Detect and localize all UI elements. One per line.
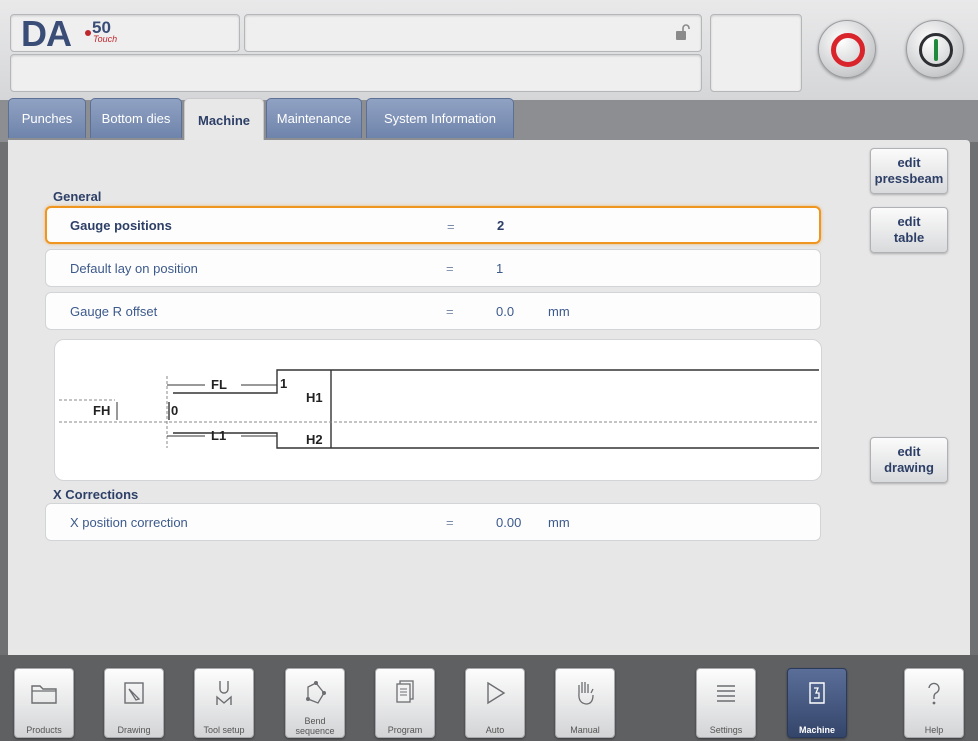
tab-punches[interactable]: Punches	[8, 98, 86, 138]
param-name: X position correction	[70, 515, 188, 530]
logo-da-text: DA	[21, 13, 72, 54]
tab-label: System Information	[384, 111, 496, 126]
nav-label: Bend sequence	[286, 716, 344, 736]
param-gauge-r-offset[interactable]: Gauge R offset = 0.0 mm	[45, 292, 821, 330]
nav-label: Tool setup	[203, 725, 245, 735]
tab-label: Machine	[197, 113, 250, 128]
logo-panel: DA 50 Touch	[10, 13, 240, 54]
nav-label: Help	[924, 725, 944, 735]
tab-bottom-dies[interactable]: Bottom dies	[90, 98, 182, 138]
nav-products-button[interactable]: Products	[14, 668, 74, 738]
param-equals: =	[447, 219, 455, 234]
list-icon	[717, 685, 735, 702]
nav-drawing-button[interactable]: Drawing	[104, 668, 164, 738]
message-panel	[10, 54, 702, 92]
param-default-lay-on-position[interactable]: Default lay on position = 1	[45, 249, 821, 287]
nav-label: Manual	[570, 725, 600, 735]
param-value[interactable]: 2	[497, 218, 504, 233]
param-equals: =	[446, 304, 454, 319]
param-x-position-correction[interactable]: X position correction = 0.00 mm	[45, 503, 821, 541]
nav-label: Program	[387, 725, 423, 735]
hand-icon	[578, 682, 594, 705]
start-bar	[934, 39, 938, 61]
param-equals: =	[446, 261, 454, 276]
button-label: edit	[897, 444, 921, 459]
nav-label: Products	[26, 725, 62, 735]
param-name: Gauge R offset	[70, 304, 158, 319]
tab-label: Punches	[21, 111, 73, 126]
bend-sequence-icon	[306, 681, 326, 704]
status-panel	[710, 14, 802, 92]
button-label: edit	[897, 155, 921, 170]
pages-icon	[396, 680, 414, 703]
tab-label: Bottom dies	[101, 111, 171, 126]
tab-maintenance[interactable]: Maintenance	[266, 98, 362, 138]
button-label: pressbeam	[874, 171, 944, 186]
start-button[interactable]	[906, 20, 964, 78]
nav-label: Machine	[798, 725, 835, 735]
section-general: General	[53, 189, 102, 204]
folder-icon	[31, 685, 57, 704]
play-icon	[487, 681, 506, 705]
label-h1: H1	[306, 390, 323, 405]
label-zero: 0	[171, 403, 178, 418]
param-value[interactable]: 0.00	[496, 515, 521, 530]
label-fh: FH	[93, 403, 110, 418]
button-label: drawing	[884, 460, 934, 475]
edit-pressbeam-button[interactable]: edit pressbeam	[870, 148, 948, 194]
edit-table-button[interactable]: edit table	[870, 207, 948, 253]
tab-system-information[interactable]: System Information	[366, 98, 514, 138]
nav-help-button[interactable]: Help	[904, 668, 964, 738]
stop-button[interactable]	[818, 20, 876, 78]
param-equals: =	[446, 515, 454, 530]
section-x-corrections: X Corrections	[53, 487, 139, 502]
machine-icon	[809, 682, 825, 704]
param-unit: mm	[548, 515, 570, 530]
param-unit: mm	[548, 304, 570, 319]
nav-label: Auto	[485, 725, 505, 735]
nav-bend-sequence-button[interactable]: Bend sequence	[285, 668, 345, 738]
button-label: table	[893, 230, 925, 245]
nav-settings-button[interactable]: Settings	[696, 668, 756, 738]
param-gauge-positions[interactable]: Gauge positions = 2	[45, 206, 821, 244]
nav-label: Drawing	[117, 725, 151, 735]
param-name: Gauge positions	[70, 218, 172, 233]
nav-label-line: Bend	[304, 716, 326, 726]
nav-tool-setup-button[interactable]: Tool setup	[194, 668, 254, 738]
param-value[interactable]: 0.0	[496, 304, 514, 319]
logo-touch: Touch	[93, 34, 118, 44]
button-label: edit	[897, 214, 921, 229]
tool-icon	[216, 681, 232, 705]
tab-label: Maintenance	[276, 111, 352, 126]
label-fl: FL	[211, 377, 227, 392]
nav-machine-button[interactable]: Machine	[787, 668, 847, 738]
nav-label: Settings	[709, 725, 743, 735]
logo-dot	[85, 30, 91, 36]
title-panel	[244, 14, 702, 52]
nav-auto-button[interactable]: Auto	[465, 668, 525, 738]
nav-manual-button[interactable]: Manual	[555, 668, 615, 738]
unlock-icon[interactable]	[674, 23, 690, 43]
nav-label-line: sequence	[295, 726, 335, 736]
gauge-diagram: FL 1 H1 FH 0 L1 H2	[59, 369, 819, 449]
backgauge-drawing[interactable]: FL 1 H1 FH 0 L1 H2	[54, 339, 822, 481]
edit-drawing-button[interactable]: edit drawing	[870, 437, 948, 483]
stop-icon	[831, 33, 865, 67]
nav-program-button[interactable]: Program	[375, 668, 435, 738]
label-h2: H2	[306, 432, 323, 447]
question-icon	[928, 682, 940, 705]
pencil-icon	[124, 682, 144, 704]
tab-machine[interactable]: Machine	[184, 98, 264, 142]
param-value[interactable]: 1	[496, 261, 503, 276]
label-l1: L1	[211, 428, 226, 443]
top-bar: DA 50 Touch	[0, 0, 978, 100]
label-one: 1	[280, 376, 287, 391]
param-name: Default lay on position	[70, 261, 198, 276]
